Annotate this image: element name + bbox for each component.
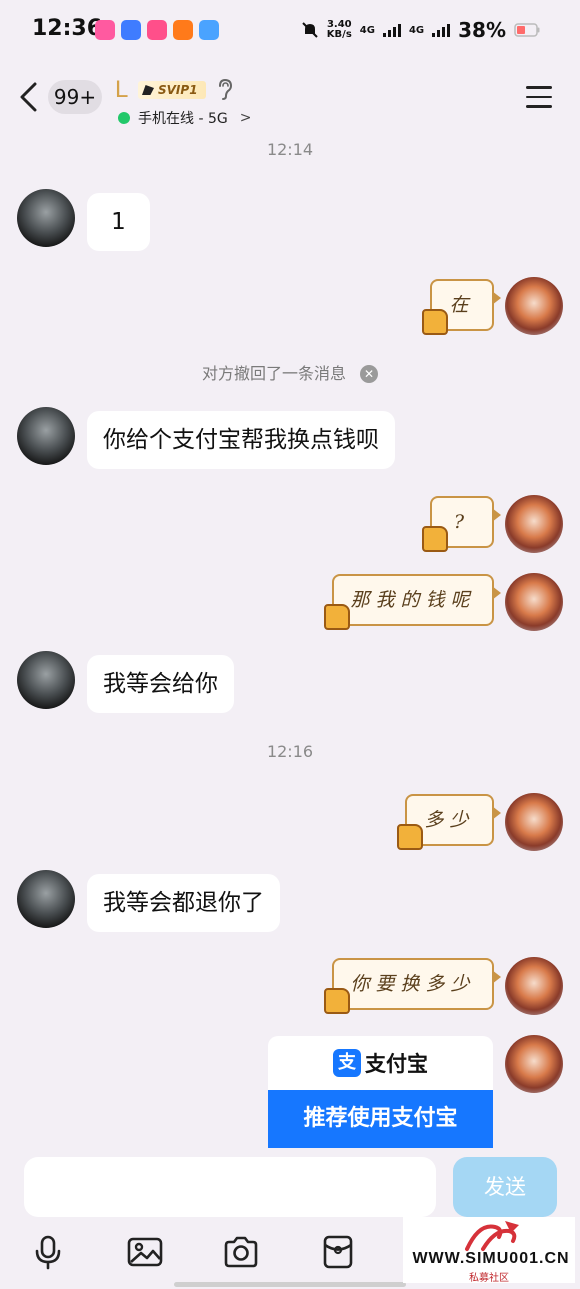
chat-toolbar [0, 1228, 400, 1278]
status-indicators: 3.40 KB/s 4G 4G 38% [301, 18, 540, 42]
contact-avatar[interactable] [17, 870, 75, 928]
online-dot [118, 112, 130, 124]
watermark-logo-icon [465, 1221, 519, 1251]
online-status-text: 手机在线 - 5G [138, 111, 228, 127]
microphone-icon[interactable] [30, 1234, 66, 1270]
watermark-text: WWW.SIMU001.CN [412, 1250, 570, 1267]
battery-percent: 38% [458, 18, 506, 42]
mute-icon [302, 22, 318, 38]
image-icon[interactable] [127, 1234, 163, 1270]
network-type-1: 4G [359, 24, 375, 36]
incoming-message[interactable]: 我等会都退你了 [87, 874, 280, 932]
timestamp: 12:14 [266, 140, 314, 159]
online-status[interactable]: 手机在线 - 5G > [118, 108, 251, 128]
contact-avatar[interactable] [17, 651, 75, 709]
user-avatar[interactable] [505, 957, 563, 1015]
menu-icon[interactable] [526, 86, 552, 108]
contact-name[interactable]: L [115, 76, 128, 104]
alipay-recommend-button[interactable]: 推荐使用支付宝 [268, 1090, 493, 1148]
app-notification-icon [121, 20, 141, 40]
contact-avatar[interactable] [17, 407, 75, 465]
app-notification-icon [173, 20, 193, 40]
user-avatar[interactable] [505, 573, 563, 631]
message-input[interactable] [24, 1157, 436, 1217]
cat-sticker-icon [395, 820, 423, 850]
alipay-card[interactable]: 支 支付宝 推荐使用支付宝 [268, 1036, 493, 1148]
red-packet-icon[interactable] [320, 1234, 356, 1270]
app-notification-icon [147, 20, 167, 40]
incoming-message[interactable]: 你给个支付宝帮我换点钱呗 [87, 411, 395, 469]
incoming-message[interactable]: 我等会给你 [87, 655, 234, 713]
back-arrow-icon[interactable] [18, 82, 40, 112]
unread-count-badge[interactable]: 99+ [48, 80, 102, 114]
sticker-message[interactable]: 你要换多少 [332, 958, 501, 1010]
home-indicator[interactable] [174, 1282, 406, 1287]
ear-icon[interactable] [216, 78, 234, 105]
status-bar: 12:36 3.40 KB/s 4G 4G 38% [0, 0, 580, 62]
alipay-logo-icon: 支 [333, 1049, 361, 1077]
incoming-message[interactable]: 1 [87, 193, 150, 251]
cat-sticker-icon [322, 600, 350, 630]
app-notification-icon [199, 20, 219, 40]
cat-sticker-icon [420, 522, 448, 552]
user-avatar[interactable] [505, 495, 563, 553]
user-avatar[interactable] [505, 1035, 563, 1093]
app-notification-icon [95, 20, 115, 40]
alipay-name: 支付宝 [365, 1052, 428, 1076]
contact-avatar[interactable] [17, 189, 75, 247]
camera-icon[interactable] [223, 1234, 259, 1270]
watermark-subtext: 私募社区 [469, 1273, 509, 1284]
status-time: 12:36 [32, 16, 103, 41]
close-icon[interactable]: ✕ [360, 365, 378, 383]
user-avatar[interactable] [505, 793, 563, 851]
ear-glyph [219, 78, 233, 100]
send-button[interactable]: 发送 [453, 1157, 557, 1217]
chevron-right-icon: > [239, 110, 252, 126]
recall-notice: 对方撤回了一条消息 ✕ [0, 360, 580, 384]
recall-text: 对方撤回了一条消息 [201, 364, 346, 383]
sticker-message[interactable]: 那我的钱呢 [332, 574, 501, 626]
cat-sticker-icon [322, 984, 350, 1014]
cat-sticker-icon [420, 305, 448, 335]
user-avatar[interactable] [505, 277, 563, 335]
watermark: WWW.SIMU001.CN 私募社区 [403, 1217, 575, 1284]
net-speed: 3.40 KB/s [327, 20, 352, 40]
notification-icons [95, 20, 219, 40]
chat-header: 99+ L SVIP1 手机在线 - 5G > [0, 62, 580, 132]
battery-icon [514, 23, 540, 37]
timestamp: 12:16 [266, 742, 314, 761]
svip-badge[interactable]: SVIP1 [138, 81, 206, 99]
network-type-2: 4G [408, 24, 425, 36]
signal-icon [382, 23, 401, 37]
alipay-header: 支 支付宝 [268, 1036, 493, 1090]
signal-icon [432, 23, 451, 37]
net-speed-unit: KB/s [326, 29, 352, 40]
